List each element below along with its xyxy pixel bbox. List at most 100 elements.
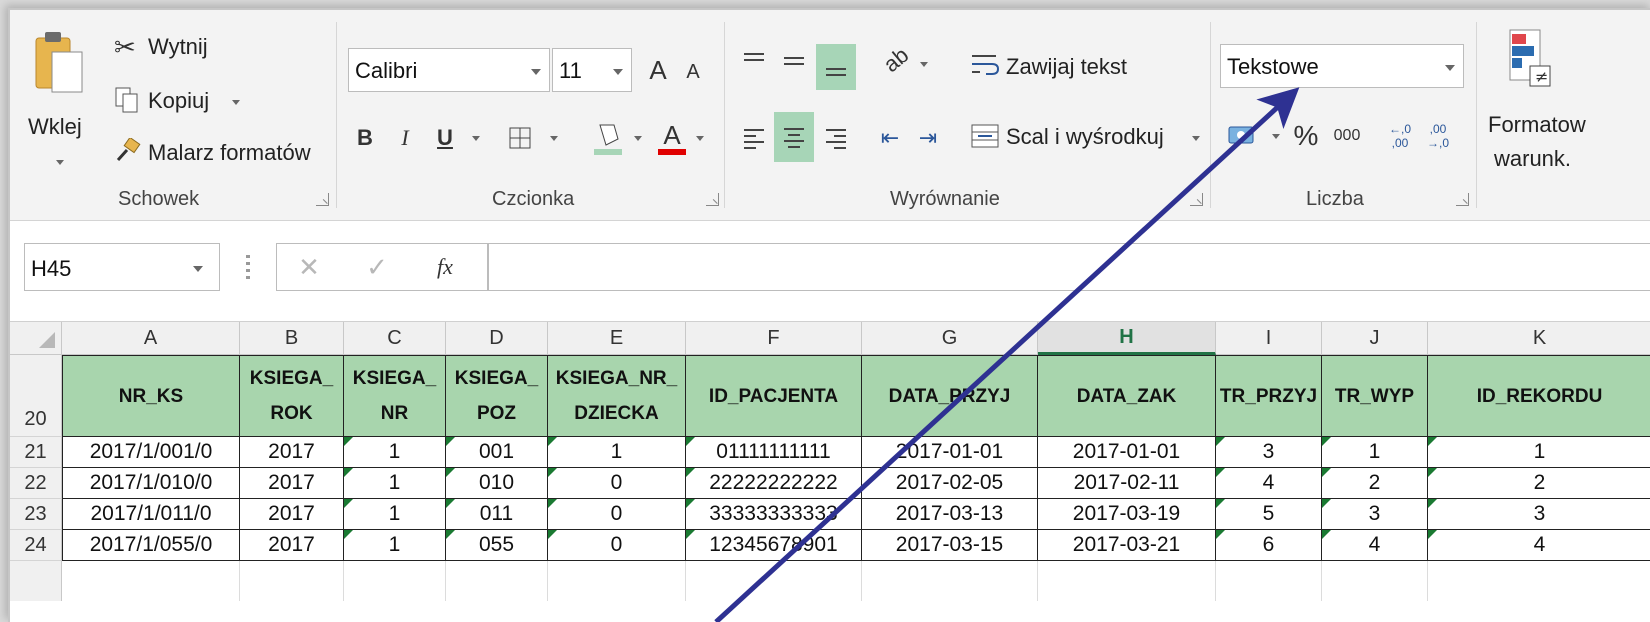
header-cell[interactable]: KSIEGA_ ROK xyxy=(240,355,344,437)
header-cell[interactable]: NR_KS xyxy=(62,355,240,437)
header-cell[interactable]: ID_REKORDU xyxy=(1428,355,1650,437)
paste-button[interactable]: Wklej xyxy=(24,30,94,180)
empty-cell[interactable] xyxy=(548,561,686,601)
decrease-decimal-button[interactable]: ,00 →,0 xyxy=(1420,114,1456,158)
fill-color-dropdown-icon[interactable] xyxy=(634,136,642,141)
spreadsheet-grid[interactable]: A B C D E F G H I J K 20 NR_KS KSIEGA_ ROK KSIEGA_ NR KSI… xyxy=(10,322,1650,622)
data-cell[interactable]: 1 xyxy=(548,437,686,468)
data-cell[interactable]: 0 xyxy=(548,499,686,530)
row-header[interactable]: 20 xyxy=(10,355,62,437)
column-header-c[interactable]: C xyxy=(344,322,446,355)
empty-cell[interactable] xyxy=(240,561,344,601)
decrease-indent-button[interactable]: ⇤ xyxy=(872,116,908,160)
empty-cell[interactable] xyxy=(1322,561,1428,601)
data-cell[interactable]: 2017 xyxy=(240,530,344,561)
data-cell[interactable]: 2017-01-01 xyxy=(862,437,1038,468)
insert-function-icon[interactable]: fx xyxy=(427,248,463,286)
data-cell[interactable]: 1 xyxy=(1322,437,1428,468)
select-all-corner[interactable] xyxy=(10,322,62,355)
underline-dropdown-icon[interactable] xyxy=(472,136,480,141)
column-header-i[interactable]: I xyxy=(1216,322,1322,355)
data-cell[interactable]: 055 xyxy=(446,530,548,561)
shrink-font-button[interactable]: A xyxy=(678,54,708,90)
data-cell[interactable]: 1 xyxy=(344,530,446,561)
data-cell[interactable]: 0 xyxy=(548,530,686,561)
name-box[interactable]: H45 xyxy=(24,243,220,291)
increase-indent-button[interactable]: ⇥ xyxy=(910,116,946,160)
grow-font-button[interactable]: A xyxy=(640,50,676,90)
font-size-select[interactable]: 11 xyxy=(552,48,632,92)
number-format-select[interactable]: Tekstowe xyxy=(1220,44,1464,88)
copy-dropdown-icon[interactable] xyxy=(232,100,240,105)
column-header-e[interactable]: E xyxy=(548,322,686,355)
font-dialog-launcher-icon[interactable] xyxy=(706,193,719,206)
align-right-button[interactable] xyxy=(818,116,854,160)
fill-color-button[interactable] xyxy=(588,114,628,162)
data-cell[interactable]: 2017 xyxy=(240,468,344,499)
header-cell[interactable]: KSIEGA_ POZ xyxy=(446,355,548,437)
data-cell[interactable]: 2017 xyxy=(240,499,344,530)
header-cell[interactable]: KSIEGA_ NR xyxy=(344,355,446,437)
data-cell[interactable]: 2017/1/011/0 xyxy=(62,499,240,530)
empty-cell[interactable] xyxy=(1038,561,1216,601)
empty-cell[interactable] xyxy=(1216,561,1322,601)
data-cell[interactable]: 2017-01-01 xyxy=(1038,437,1216,468)
align-center-button[interactable] xyxy=(774,112,814,162)
align-top-button[interactable] xyxy=(736,40,772,80)
orientation-button[interactable]: ab xyxy=(876,40,916,80)
font-color-button[interactable]: A xyxy=(654,114,690,162)
empty-cell[interactable] xyxy=(446,561,548,601)
data-cell[interactable]: 4 xyxy=(1428,530,1650,561)
data-cell[interactable]: 4 xyxy=(1216,468,1322,499)
font-color-dropdown-icon[interactable] xyxy=(696,136,704,141)
cancel-icon[interactable]: ✕ xyxy=(291,248,327,286)
row-header[interactable]: 24 xyxy=(10,530,62,561)
accounting-format-button[interactable] xyxy=(1222,114,1262,158)
data-cell[interactable]: 0 xyxy=(548,468,686,499)
data-cell[interactable]: 2017-02-11 xyxy=(1038,468,1216,499)
empty-cell[interactable] xyxy=(686,561,862,601)
data-cell[interactable]: 010 xyxy=(446,468,548,499)
column-header-f[interactable]: F xyxy=(686,322,862,355)
column-header-h[interactable]: H xyxy=(1038,322,1216,355)
data-cell[interactable]: 2017-03-15 xyxy=(862,530,1038,561)
empty-cell[interactable] xyxy=(62,561,240,601)
number-dialog-launcher-icon[interactable] xyxy=(1456,193,1469,206)
data-cell[interactable]: 3 xyxy=(1216,437,1322,468)
header-cell[interactable]: KSIEGA_NR_ DZIECKA xyxy=(548,355,686,437)
column-header-k[interactable]: K xyxy=(1428,322,1650,355)
header-cell[interactable]: DATA_ZAK xyxy=(1038,355,1216,437)
merge-dropdown-icon[interactable] xyxy=(1192,136,1200,141)
data-cell[interactable]: 1 xyxy=(1428,437,1650,468)
row-header[interactable]: 23 xyxy=(10,499,62,530)
header-cell[interactable]: TR_WYP xyxy=(1322,355,1428,437)
paste-dropdown-icon[interactable] xyxy=(56,160,64,165)
data-cell[interactable]: 2 xyxy=(1428,468,1650,499)
column-header-g[interactable]: G xyxy=(862,322,1038,355)
data-cell[interactable]: 33333333333 xyxy=(686,499,862,530)
data-cell[interactable]: 2017 xyxy=(240,437,344,468)
align-left-button[interactable] xyxy=(736,116,772,160)
align-middle-button[interactable] xyxy=(776,40,812,80)
data-cell[interactable]: 2 xyxy=(1322,468,1428,499)
data-cell[interactable]: 12345678901 xyxy=(686,530,862,561)
orientation-dropdown-icon[interactable] xyxy=(920,62,928,67)
data-cell[interactable]: 2017/1/010/0 xyxy=(62,468,240,499)
wrap-text-button[interactable]: Zawijaj tekst xyxy=(970,48,1200,88)
data-cell[interactable]: 2017-03-13 xyxy=(862,499,1038,530)
data-cell[interactable]: 011 xyxy=(446,499,548,530)
thousands-separator-button[interactable]: 000 xyxy=(1326,114,1368,158)
empty-cell[interactable] xyxy=(1428,561,1650,601)
data-cell[interactable]: 1 xyxy=(344,468,446,499)
data-cell[interactable]: 2017-03-19 xyxy=(1038,499,1216,530)
data-cell[interactable]: 1 xyxy=(344,437,446,468)
empty-cell[interactable] xyxy=(862,561,1038,601)
merge-center-button[interactable]: Scal i wyśrodkuj xyxy=(970,118,1210,158)
clipboard-dialog-launcher-icon[interactable] xyxy=(316,193,329,206)
data-cell[interactable]: 3 xyxy=(1322,499,1428,530)
data-cell[interactable]: 2017-02-05 xyxy=(862,468,1038,499)
empty-cell[interactable] xyxy=(344,561,446,601)
data-cell[interactable]: 1 xyxy=(344,499,446,530)
accounting-dropdown-icon[interactable] xyxy=(1272,134,1280,139)
data-cell[interactable]: 3 xyxy=(1428,499,1650,530)
